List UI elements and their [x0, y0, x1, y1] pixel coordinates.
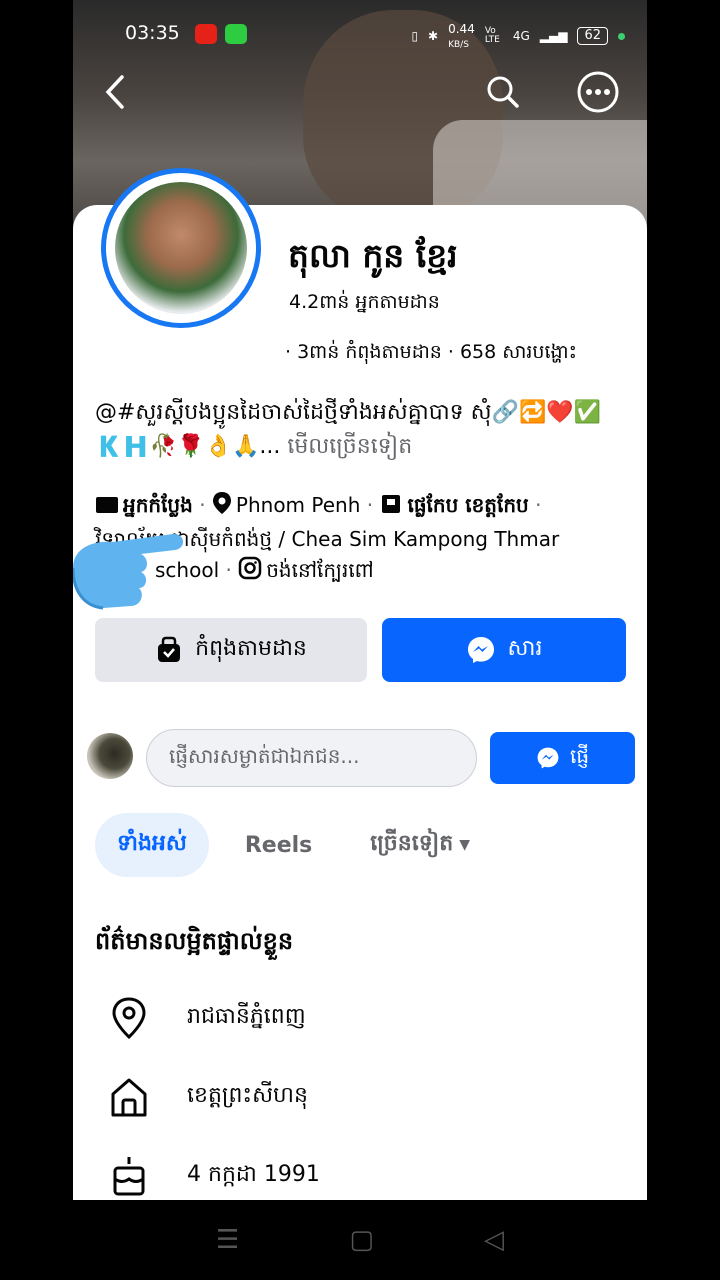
profile-tabs: ទាំងអស់ Reels ច្រើនទៀត ▼: [95, 812, 492, 878]
avatar-image: [115, 182, 247, 314]
more-options-button[interactable]: [576, 70, 620, 114]
following-icon: [158, 636, 181, 662]
status-time: 03:35: [125, 22, 180, 44]
intro-category: អ្នកកំប្លែង: [123, 493, 193, 517]
location-pin-icon: [212, 491, 232, 524]
message-button[interactable]: សារ: [382, 618, 626, 682]
birthday-text: 4 កក្កដា 1991: [187, 1162, 320, 1187]
following-posts-stats[interactable]: · 3ពាន់ កំពុងតាមដាន · 658 សារបង្ហោះ: [285, 340, 577, 368]
back-button[interactable]: [93, 70, 137, 114]
message-label: សារ: [507, 636, 543, 661]
location-pin-icon: [112, 997, 146, 1040]
caret-down-icon: ▼: [459, 837, 470, 853]
profile-bio: @#សួរស្តីបងប្អូនដៃចាស់ដៃថ្មីទាំងអស់គ្នាប…: [95, 396, 625, 464]
charging-dot: [618, 32, 625, 40]
signal-icon: ▂▄▆: [539, 29, 568, 43]
more-icon: [577, 71, 619, 113]
tab-more-label: ច្រើនទៀត: [370, 831, 454, 856]
recent-apps-icon[interactable]: ☰: [216, 1225, 239, 1255]
profile-avatar[interactable]: [101, 168, 261, 328]
work-icon: [379, 491, 403, 524]
hometown-text[interactable]: ខេត្តព្រះសីហនុ: [187, 1081, 308, 1113]
intro-location[interactable]: Phnom Penh: [236, 493, 361, 517]
birthday-cake-icon: [113, 1157, 145, 1196]
followers-count[interactable]: 4.2ពាន់ អ្នកតាមដាន: [289, 290, 440, 318]
status-bar: 03:35 ▯ ✱ 0.44 KB/S Vo LTE 4G ▂▄▆ 62: [73, 14, 647, 54]
send-button[interactable]: ផ្ញើ: [490, 732, 635, 784]
tab-reels[interactable]: Reels: [223, 813, 334, 877]
volte-indicator: Vo LTE: [484, 26, 500, 45]
detail-current-city: រាជធានីភ្នំពេញ: [109, 996, 306, 1040]
tab-more[interactable]: ច្រើនទៀត ▼: [348, 813, 492, 877]
vibrate-icon: ▯: [411, 29, 419, 43]
network-speed: 0.44 KB/S: [448, 22, 475, 50]
see-more-link[interactable]: មើលច្រើនទៀត: [287, 434, 412, 459]
battery-indicator: 62: [577, 27, 608, 45]
system-nav-bar: ☰ ▢ ◁: [0, 1200, 720, 1280]
secret-message-input[interactable]: ផ្ញើសារសម្ងាត់ជាឯកជន...: [146, 729, 477, 787]
instagram-icon: [238, 556, 262, 589]
status-right: ▯ ✱ 0.44 KB/S Vo LTE 4G ▂▄▆ 62: [411, 22, 625, 50]
tab-all[interactable]: ទាំងអស់: [95, 813, 209, 877]
following-label: កំពុងតាមដាន: [195, 636, 307, 661]
profile-name: តុលា កូន ខ្មែរ: [288, 236, 458, 275]
messenger-send-icon: [537, 747, 559, 769]
app-notification-icon: [225, 24, 247, 44]
search-button[interactable]: [481, 70, 525, 114]
youtube-notification-icon: [195, 24, 217, 44]
profile-screen: 03:35 ▯ ✱ 0.44 KB/S Vo LTE 4G ▂▄▆ 62 តុលា…: [73, 0, 647, 1200]
back-nav-icon[interactable]: ◁: [484, 1225, 504, 1255]
network-type: 4G: [512, 29, 530, 43]
composer-avatar: [87, 733, 133, 779]
following-button[interactable]: កំពុងតាមដាន: [95, 618, 367, 682]
bluetooth-icon: ✱: [428, 29, 439, 43]
home-nav-icon[interactable]: ▢: [349, 1225, 374, 1255]
back-arrow-icon: [105, 75, 124, 109]
send-label: ផ្ញើ: [569, 744, 590, 768]
messenger-icon: [467, 637, 494, 663]
search-icon: [487, 76, 519, 108]
current-city-text[interactable]: រាជធានីភ្នំពេញ: [187, 1002, 306, 1034]
intro-work[interactable]: ផ្លេកែប ខេត្តកែប: [407, 493, 528, 517]
pointing-hand-emoji: [73, 533, 184, 610]
personal-details-title: ព័ត៌មានលម្អិតផ្ទាល់ខ្លួន: [95, 927, 294, 955]
intro-instagram[interactable]: ចង់នៅក្បែរពៅ: [266, 558, 374, 582]
home-icon: [111, 1078, 147, 1117]
detail-birthday: 4 កក្កដា 1991: [109, 1154, 320, 1198]
detail-hometown: ខេត្តព្រះសីហនុ: [109, 1075, 308, 1119]
